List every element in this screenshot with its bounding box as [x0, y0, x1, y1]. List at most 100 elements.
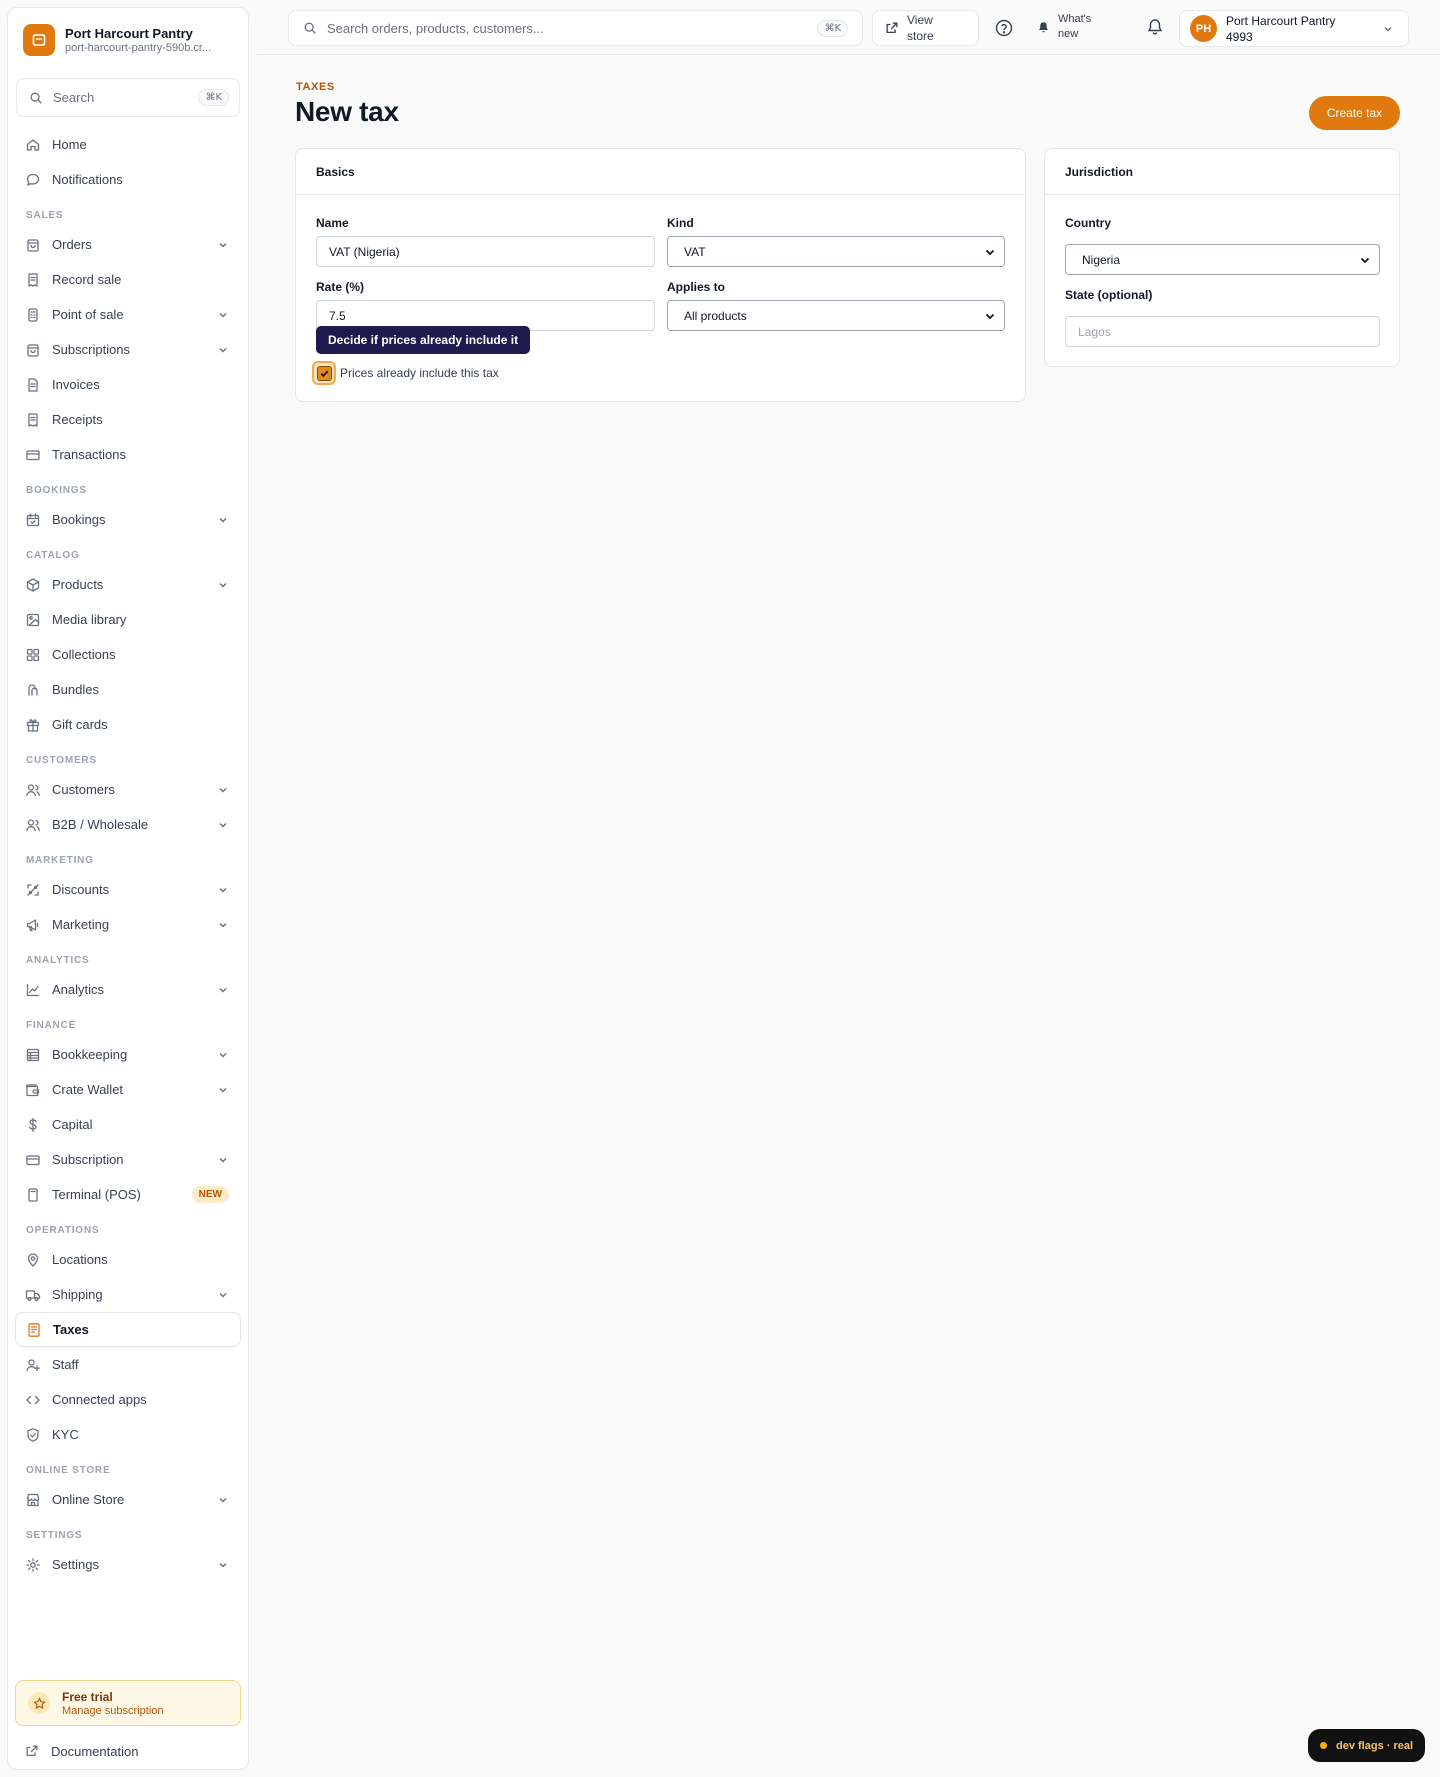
top-bar: Search orders, products, customers... ⌘K…	[257, 0, 1440, 55]
country-select[interactable]: Nigeria	[1065, 244, 1380, 275]
account-menu[interactable]: PH Port Harcourt Pantry 4993	[1179, 10, 1409, 47]
sidebar-item-label: KYC	[52, 1427, 79, 1442]
image-icon	[25, 612, 41, 628]
view-store-line1: View	[907, 13, 933, 27]
sidebar-item-home[interactable]: Home	[15, 127, 241, 162]
sidebar-item-transactions[interactable]: Transactions	[15, 437, 241, 472]
sidebar-item-label: Analytics	[52, 982, 105, 997]
create-tax-button[interactable]: Create tax	[1309, 96, 1400, 130]
prices-include-tax-label[interactable]: Prices already include this tax	[340, 366, 499, 380]
sidebar-item-gift-cards[interactable]: Gift cards	[15, 707, 241, 742]
kind-value: VAT	[684, 244, 706, 259]
section-label-sales: SALES	[26, 210, 64, 221]
receipt-icon	[25, 272, 41, 288]
sidebar-item-invoices[interactable]: Invoices	[15, 367, 241, 402]
home-icon	[25, 137, 41, 153]
sidebar-item-orders[interactable]: Orders	[15, 227, 241, 262]
help-icon[interactable]	[994, 18, 1014, 38]
sidebar-item-label: Receipts	[52, 412, 103, 427]
sidebar-item-media-library[interactable]: Media library	[15, 602, 241, 637]
sidebar-item-customers[interactable]: Customers	[15, 772, 241, 807]
whats-new-button[interactable]: What's new	[1037, 12, 1091, 42]
sidebar-item-notifications[interactable]: Notifications	[15, 162, 241, 197]
trial-title: Free trial	[62, 1689, 113, 1704]
box-icon	[25, 577, 41, 593]
sidebar-item-connected-apps[interactable]: Connected apps	[15, 1382, 241, 1417]
calendar-icon	[25, 512, 41, 528]
sidebar-item-marketing[interactable]: Marketing	[15, 907, 241, 942]
sidebar-item-terminal-pos[interactable]: Terminal (POS) NEW	[15, 1177, 241, 1212]
sidebar-item-label: Locations	[52, 1252, 108, 1267]
chevron-down-icon	[219, 1052, 227, 1058]
discount-icon	[25, 882, 41, 898]
sidebar-item-label: Marketing	[52, 917, 110, 932]
store-domain: port-harcourt-pantry-590b.cr...	[65, 42, 212, 54]
sidebar-item-bookings[interactable]: Bookings	[15, 502, 241, 537]
sidebar-item-label: Notifications	[52, 172, 123, 187]
sidebar-item-locations[interactable]: Locations	[15, 1242, 241, 1277]
tooltip: Decide if prices already include it	[316, 326, 531, 354]
wallet-icon	[25, 1082, 41, 1098]
whats-new-line1: What's	[1058, 13, 1092, 25]
external-link-icon	[886, 22, 898, 34]
country-label: Country	[1065, 216, 1111, 230]
sidebar-item-online-store[interactable]: Online Store	[15, 1482, 241, 1517]
sidebar-item-shipping[interactable]: Shipping	[15, 1277, 241, 1312]
sidebar-item-subscription[interactable]: Subscription	[15, 1142, 241, 1177]
kind-select[interactable]: VAT	[667, 236, 1005, 267]
sidebar-item-label: Customers	[52, 782, 115, 797]
free-trial-card[interactable]: Free trial Manage subscription	[15, 1680, 241, 1726]
prices-include-tax-checkbox[interactable]	[312, 361, 336, 385]
section-label-settings: SETTINGS	[26, 1530, 83, 1541]
basics-heading: Basics	[296, 149, 1025, 195]
tax-document-icon	[26, 1322, 42, 1338]
store-name: Port Harcourt Pantry	[65, 26, 193, 41]
documentation-link[interactable]: Documentation	[15, 1735, 241, 1767]
manage-subscription-link[interactable]: Manage subscription	[62, 1705, 164, 1717]
name-field[interactable]	[316, 236, 655, 267]
sidebar-item-discounts[interactable]: Discounts	[15, 872, 241, 907]
sidebar-item-collections[interactable]: Collections	[15, 637, 241, 672]
sidebar-item-label: Online Store	[52, 1492, 125, 1507]
dollar-icon	[25, 1117, 41, 1133]
sidebar-item-record-sale[interactable]: Record sale	[15, 262, 241, 297]
sidebar-item-products[interactable]: Products	[15, 567, 241, 602]
megaphone-icon	[25, 917, 41, 933]
sidebar-item-settings[interactable]: Settings	[15, 1547, 241, 1582]
sidebar-item-b2b-wholesale[interactable]: B2B / Wholesale	[15, 807, 241, 842]
chevron-down-icon	[985, 249, 995, 255]
sidebar-item-bundles[interactable]: Bundles	[15, 672, 241, 707]
sidebar-item-analytics[interactable]: Analytics	[15, 972, 241, 1007]
breadcrumb: TAXES	[296, 81, 335, 93]
sidebar-item-subscriptions[interactable]: Subscriptions	[15, 332, 241, 367]
chevron-down-icon	[219, 922, 227, 928]
state-field[interactable]	[1065, 316, 1380, 347]
applies-to-select[interactable]: All products	[667, 300, 1005, 331]
view-store-button[interactable]: View store	[872, 10, 979, 46]
chevron-down-icon	[219, 242, 227, 248]
search-icon	[30, 92, 42, 104]
sidebar-item-capital[interactable]: Capital	[15, 1107, 241, 1142]
sidebar-item-bookkeeping[interactable]: Bookkeeping	[15, 1037, 241, 1072]
search-icon	[304, 22, 316, 34]
sidebar-item-staff[interactable]: Staff	[15, 1347, 241, 1382]
global-search-input[interactable]: Search orders, products, customers... ⌘K	[288, 10, 863, 46]
star-icon	[28, 1692, 50, 1714]
dev-flags-badge[interactable]: dev flags · real	[1308, 1729, 1425, 1762]
store-switcher[interactable]: Port Harcourt Pantry port-harcourt-pantr…	[8, 8, 248, 72]
sidebar-search[interactable]: Search ⌘K	[16, 78, 240, 117]
chevron-down-icon	[1360, 257, 1370, 263]
sidebar-item-receipts[interactable]: Receipts	[15, 402, 241, 437]
checkbox-box	[316, 365, 332, 381]
sidebar-item-label: Settings	[52, 1557, 99, 1572]
sidebar-item-label: Subscriptions	[52, 342, 131, 357]
sidebar-item-taxes[interactable]: Taxes	[15, 1312, 241, 1347]
section-label-online-store: ONLINE STORE	[26, 1465, 111, 1476]
storefront-icon	[25, 1492, 41, 1508]
chevron-down-icon	[219, 887, 227, 893]
sidebar-item-point-of-sale[interactable]: Point of sale	[15, 297, 241, 332]
sidebar-item-kyc[interactable]: KYC	[15, 1417, 241, 1452]
notifications-bell-icon[interactable]	[1145, 17, 1165, 37]
card-icon	[25, 447, 41, 463]
sidebar-item-crate-wallet[interactable]: Crate Wallet	[15, 1072, 241, 1107]
